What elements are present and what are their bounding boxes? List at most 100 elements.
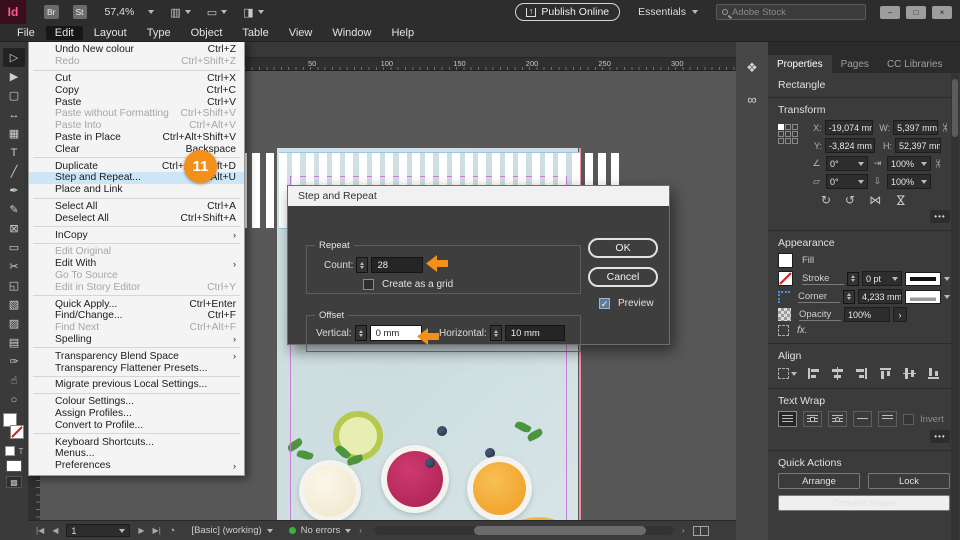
menu-bar-item[interactable]: Edit <box>45 25 83 40</box>
menu-item[interactable]: Transparency Blend Space › <box>29 350 244 362</box>
menu-item[interactable]: Migrate previous Local Settings... › <box>29 379 244 394</box>
menu-item[interactable]: Convert to Profile... › <box>29 419 244 434</box>
rotation-select[interactable]: 0° <box>826 156 868 171</box>
menu-item[interactable]: Copy Ctrl+C › <box>29 84 244 96</box>
next-page-button[interactable]: ▶ <box>138 526 144 535</box>
publish-online-button[interactable]: ↑ Publish Online <box>514 3 621 21</box>
menu-item[interactable]: Paste in Place Ctrl+Alt+Shift+V › <box>29 132 244 144</box>
scale-y-select[interactable]: 100% <box>887 174 931 189</box>
x-input[interactable]: -19,074 mm <box>824 120 874 135</box>
free-transform-tool[interactable]: ◱ <box>3 276 25 295</box>
type-tool[interactable]: T <box>3 143 25 162</box>
repeat-preview-rectangle[interactable] <box>252 153 261 228</box>
align-right-icon[interactable] <box>854 366 869 381</box>
w-input[interactable]: 5,397 mm <box>893 120 938 135</box>
menu-item[interactable]: Spelling › <box>29 334 244 349</box>
h-input[interactable]: 52,397 mm <box>895 138 941 153</box>
panel-scrollbar[interactable] <box>951 73 959 540</box>
horizontal-input[interactable]: 10 mm <box>504 325 565 341</box>
preflight-status[interactable]: No errors <box>288 525 352 536</box>
scroll-right-arrow[interactable]: › <box>682 526 685 535</box>
flip-vertical-icon[interactable]: ⋈ <box>894 194 908 206</box>
hand-tool[interactable]: ☝ <box>3 371 25 390</box>
line-tool[interactable]: ╱ <box>3 162 25 181</box>
align-left-icon[interactable] <box>806 366 821 381</box>
corner-radius-stepper[interactable] <box>843 289 855 304</box>
more-options-button[interactable]: ••• <box>930 430 950 443</box>
rectangle-frame-tool[interactable]: ⊠ <box>3 219 25 238</box>
menu-item[interactable]: Place and Link › <box>29 184 244 199</box>
apply-gradient-button[interactable]: ▩ <box>6 476 22 488</box>
adobe-stock-search[interactable] <box>716 4 866 20</box>
close-button[interactable]: × <box>932 5 952 19</box>
menu-item[interactable]: Menus... › <box>29 448 244 460</box>
selection-tool[interactable]: ▷ <box>3 48 25 67</box>
corner-radius-input[interactable]: 4,233 mm <box>858 289 902 304</box>
shear-select[interactable]: 0° <box>826 174 868 189</box>
menu-item[interactable]: Redo Ctrl+Shift+Z › <box>29 56 244 71</box>
frame-edges-button[interactable]: ▭ <box>207 6 228 19</box>
view-options-button[interactable]: ▥ <box>170 6 191 19</box>
vertical-input[interactable]: 0 mm <box>369 325 422 341</box>
menu-item[interactable]: Assign Profiles... › <box>29 408 244 420</box>
page-number-select[interactable]: 1 <box>66 524 131 537</box>
screen-mode-button[interactable]: ◨ <box>243 6 264 19</box>
align-top-icon[interactable] <box>878 366 893 381</box>
menu-bar-item[interactable]: Object <box>182 26 232 40</box>
direct-selection-tool[interactable]: ▶ <box>3 67 25 86</box>
page-tool[interactable]: ▢ <box>3 86 25 105</box>
preflight-icon[interactable]: ◔ <box>169 525 176 537</box>
opacity-link[interactable]: Opacity <box>799 309 841 321</box>
stock-button[interactable]: St <box>72 5 87 19</box>
spread-view-icon[interactable] <box>692 525 709 536</box>
dialog-title[interactable]: Step and Repeat <box>288 186 669 206</box>
panel-tab[interactable]: CC Libraries <box>878 55 952 73</box>
menu-bar-item[interactable]: Help <box>382 26 423 40</box>
menu-item[interactable]: Edit in Story Editor Ctrl+Y › <box>29 281 244 296</box>
menu-item[interactable]: Paste without Formatting Ctrl+Shift+V › <box>29 108 244 120</box>
align-center-horizontal-icon[interactable] <box>830 366 845 381</box>
panel-tab[interactable]: Pages <box>832 55 878 73</box>
menu-bar-item[interactable]: Table <box>233 26 277 40</box>
convert-shape-button[interactable]: Convert Shape <box>778 495 950 511</box>
formatting-container-button[interactable] <box>4 446 15 456</box>
menu-item[interactable]: Deselect All Ctrl+Shift+A › <box>29 212 244 227</box>
effects-button[interactable]: fx. <box>797 325 808 336</box>
more-options-button[interactable]: ••• <box>930 210 950 223</box>
menu-bar-item[interactable]: Window <box>323 26 380 40</box>
fill-color-swatch[interactable] <box>778 253 793 268</box>
stroke-style-swatch[interactable] <box>905 271 941 286</box>
zoom-tool[interactable]: ○ <box>3 390 25 409</box>
scissors-tool[interactable]: ✂ <box>3 257 25 276</box>
scroll-left-arrow[interactable]: ‹ <box>359 526 362 535</box>
align-center-vertical-icon[interactable] <box>902 366 917 381</box>
menu-bar-item[interactable]: Layout <box>85 26 136 40</box>
menu-item[interactable]: Cut Ctrl+X › <box>29 73 244 85</box>
object-style-icon[interactable] <box>778 325 789 336</box>
count-input[interactable]: 28 <box>371 257 424 273</box>
horizontal-stepper[interactable] <box>489 325 502 341</box>
gradient-feather-tool[interactable]: ▨ <box>3 314 25 333</box>
menu-bar-item[interactable]: View <box>280 26 322 40</box>
panel-tab[interactable]: Properties <box>768 55 832 73</box>
pen-tool[interactable]: ✒ <box>3 181 25 200</box>
constrain-dimensions-icon[interactable]: ⫘ <box>940 123 951 132</box>
menu-item[interactable]: Clear Backspace › <box>29 143 244 158</box>
workspace-switcher[interactable]: Essentials <box>638 6 698 18</box>
maximize-button[interactable]: □ <box>906 5 926 19</box>
cancel-button[interactable]: Cancel <box>588 267 658 287</box>
menu-item[interactable]: Find Next Ctrl+Alt+F › <box>29 322 244 334</box>
formatting-text-button[interactable]: T <box>19 447 24 456</box>
scale-x-select[interactable]: 100% <box>887 156 931 171</box>
opacity-expand-button[interactable]: › <box>893 307 907 322</box>
menu-item[interactable]: Preferences › <box>29 460 244 472</box>
preflight-profile-select[interactable]: [Basic] (working) <box>191 525 273 536</box>
rotate-clockwise-icon[interactable]: ↻ <box>821 193 831 207</box>
note-tool[interactable]: ▤ <box>3 333 25 352</box>
opacity-input[interactable]: 100% <box>844 307 890 322</box>
arrange-button[interactable]: Arrange <box>778 473 860 489</box>
repeat-preview-rectangle[interactable] <box>278 153 287 228</box>
menu-item[interactable]: Undo New colour Ctrl+Z › <box>29 44 244 56</box>
menu-item[interactable]: Select All Ctrl+A › <box>29 201 244 213</box>
apply-color-button[interactable] <box>6 460 22 472</box>
